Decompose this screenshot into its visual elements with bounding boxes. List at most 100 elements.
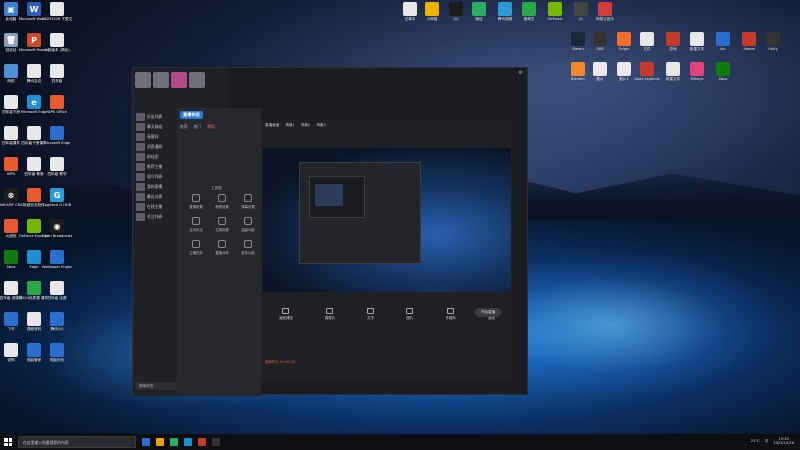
avatar — [136, 203, 145, 211]
avatar[interactable] — [171, 72, 187, 88]
panel-tabs: 推荐 热门 常用 — [177, 124, 261, 130]
app-icon — [50, 2, 64, 16]
tool-button[interactable]: 主播任务 — [183, 240, 209, 255]
language-indicator[interactable]: 中 — [765, 439, 769, 444]
tool-label: 高级功能 — [241, 228, 255, 232]
stage-tab[interactable]: 场景1 — [285, 123, 294, 128]
list-item-label: 我的直播 — [147, 184, 163, 189]
avatar[interactable] — [189, 72, 205, 88]
app-icon — [425, 2, 439, 16]
tool-button[interactable]: 礼物设置 — [209, 217, 235, 232]
stage-tab[interactable]: 直播画面 — [265, 123, 279, 128]
live-preview[interactable] — [263, 148, 511, 292]
desktop-icon[interactable]: WPS Office — [42, 95, 72, 114]
tool-icon — [218, 217, 226, 225]
avatar[interactable] — [153, 72, 169, 88]
desktop-icon-label: 四年级 教学 — [47, 172, 67, 176]
start-live-button[interactable]: 开始直播 — [475, 308, 501, 317]
clock[interactable]: 19:30 2023/10/26 — [773, 437, 794, 445]
tool-icon — [192, 240, 200, 248]
app-icon — [617, 62, 631, 76]
list-item-label: 关注列表 — [147, 214, 163, 219]
tool-icon — [244, 217, 252, 225]
desktop-icon[interactable]: 四年级 — [42, 64, 72, 83]
avatar — [136, 213, 145, 221]
desktop-icon[interactable]: 人民版本 (简化) — [42, 33, 72, 52]
avatar — [136, 123, 145, 131]
app-icon — [4, 343, 18, 357]
desktop-icon[interactable]: Microsoft Edge — [42, 126, 72, 145]
list-item-label: 粉丝团 — [147, 154, 159, 159]
stage-tab[interactable]: 场景2 — [301, 123, 310, 128]
app-icon — [640, 32, 654, 46]
tool-label: 弹幕设置 — [241, 205, 255, 209]
clock-date: 2023/10/26 — [773, 441, 794, 446]
desktop-icon[interactable]: 四年级 比赛 — [42, 281, 72, 300]
taskview-icon[interactable] — [142, 438, 150, 446]
app-icon — [716, 32, 730, 46]
control-button[interactable]: 摄像头 — [325, 308, 335, 320]
list-item-label: 最近访客 — [147, 194, 163, 199]
control-button[interactable]: 图片 — [406, 308, 414, 320]
desktop-icon[interactable]: 腾讯QQ — [42, 312, 72, 331]
desktop-icon[interactable]: 网易云音乐 — [590, 2, 620, 21]
control-button[interactable]: 文字 — [367, 308, 375, 320]
tool-label: 主播任务 — [189, 251, 203, 255]
app-icon — [571, 32, 585, 46]
desktop-icon-label: 电脑优化 — [49, 358, 65, 362]
tool-button[interactable]: 画质设置 — [209, 194, 235, 209]
app-icon: ▣ — [4, 2, 18, 16]
desktop-icon[interactable]: Xbox — [708, 62, 738, 81]
desktop-icon[interactable]: Wallpaper Engine — [42, 250, 72, 269]
app-icon — [472, 2, 486, 16]
desktop-icon[interactable]: 四年级 教学 — [42, 157, 72, 176]
live-app-window[interactable]: ⚙ 好友列表 聊天群组 直播间 消息通知 粉丝团 推荐主播 观众列表 我的直播 最近访客 在线主播… — [132, 67, 528, 396]
app-icon — [27, 343, 41, 357]
desktop-icon-label: Wallpaper Engine — [42, 265, 72, 269]
tool-button[interactable]: 直播设置 — [183, 194, 209, 209]
tab-2[interactable]: 常用 — [207, 124, 215, 130]
app-icon — [27, 126, 41, 140]
app-icon — [593, 32, 607, 46]
explorer-icon[interactable] — [156, 438, 164, 446]
desktop-icon-label: 网易云音乐 — [596, 17, 614, 21]
app-icon — [574, 2, 588, 16]
control-button[interactable]: 多媒体 — [446, 308, 456, 320]
avatar — [136, 143, 145, 151]
control-icon — [447, 308, 455, 314]
app-icon — [27, 188, 41, 202]
control-button[interactable]: 画面捕捉 — [279, 308, 293, 320]
app-icon — [50, 312, 64, 326]
app-icon — [27, 281, 41, 295]
app-icon[interactable] — [212, 438, 220, 446]
tool-button[interactable]: 弹幕设置 — [235, 194, 261, 209]
list-item-label: 在线主播 — [147, 204, 163, 209]
avatar[interactable] — [135, 72, 151, 88]
stage-tab[interactable]: 场景3 — [316, 123, 325, 128]
app-icon — [50, 281, 64, 295]
tool-button[interactable]: 更多功能 — [235, 240, 261, 255]
tool-button[interactable]: 互动玩法 — [183, 217, 209, 232]
tool-button[interactable]: 高级功能 — [235, 217, 261, 232]
wechat-icon[interactable] — [170, 438, 178, 446]
tab-0[interactable]: 推荐 — [180, 124, 188, 130]
desktop-icon[interactable]: Unity — [758, 32, 788, 51]
tool-button[interactable]: 直播分析 — [209, 240, 235, 255]
app-icon[interactable] — [198, 438, 206, 446]
tab-1[interactable]: 热门 — [194, 124, 202, 130]
gear-icon[interactable]: ⚙ — [519, 70, 523, 76]
app-icon — [716, 62, 730, 76]
tool-icon — [244, 240, 252, 248]
desktop-icon[interactable]: G Logitech G HUB — [42, 188, 72, 207]
app-icon — [4, 312, 18, 326]
edge-icon[interactable] — [184, 438, 192, 446]
app-icon — [766, 32, 780, 46]
app-icon — [690, 62, 704, 76]
start-button[interactable] — [0, 434, 16, 450]
avatar — [136, 133, 145, 141]
desktop-icon-label: 20231026 下载文件 — [42, 17, 72, 21]
desktop-icon[interactable]: 电脑优化 — [42, 343, 72, 362]
desktop-icon[interactable]: 20231026 下载文件 — [42, 2, 72, 21]
desktop-icon[interactable]: ◉ Open Broadcaster — [42, 219, 72, 238]
taskbar-search[interactable]: 在这里输入你要搜索的内容 — [18, 436, 136, 448]
